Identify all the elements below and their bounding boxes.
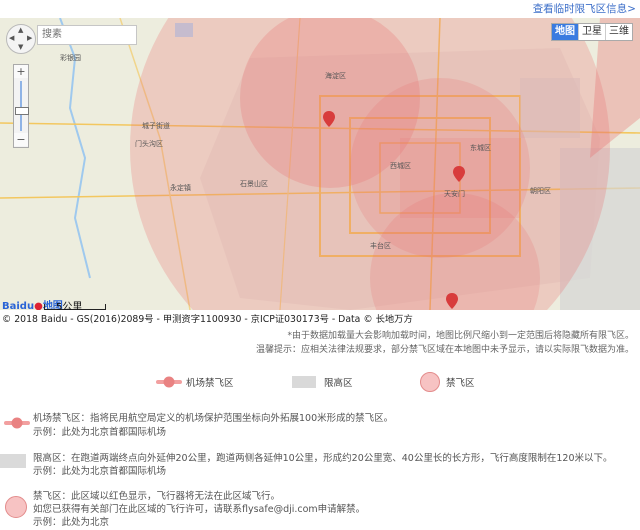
legend-nofly-label: 禁飞区 — [446, 378, 475, 389]
map-label-6: 西城区 — [390, 162, 411, 170]
map-type-satellite[interactable]: 卫星 — [578, 24, 605, 40]
map-search-input[interactable] — [38, 26, 138, 42]
airport-zone-icon — [156, 376, 182, 388]
map-label-2: 门头沟区 — [135, 139, 163, 148]
height-zone-swatch — [0, 454, 26, 468]
map-label-4: 石景山区 — [240, 179, 268, 188]
legend-nofly: 禁飞区 — [420, 372, 475, 392]
legend-height-label: 限高区 — [324, 378, 353, 389]
description-airport-line2: 示例：此处为北京首都国际机场 — [33, 427, 167, 438]
map-label-0: 彩银园 — [60, 53, 81, 62]
zoom-slider-handle[interactable] — [15, 107, 29, 115]
zoom-out-button[interactable]: − — [14, 133, 28, 146]
description-height-line1: 限高区：在跑道两端终点向外延伸20公里，跑道两侧各延伸10公里，形成约20公里宽… — [33, 453, 613, 464]
temporary-restriction-link[interactable]: 查看临时限飞区信息> — [533, 1, 636, 17]
airport-zone-icon — [4, 417, 30, 429]
zoom-track[interactable] — [20, 81, 22, 131]
map-type-map[interactable]: 地图 — [552, 24, 578, 40]
description-height-line2: 示例：此处为北京首都国际机场 — [33, 466, 167, 477]
map-type-3d[interactable]: 三维 — [605, 24, 632, 40]
description-nofly-line3: 示例：此处为北京 — [33, 517, 110, 528]
legal-note: 温馨提示：应相关法律法规要求，部分禁飞区域在本地图中未予显示，请以实际限飞数据为… — [255, 345, 634, 355]
map-label-9: 丰台区 — [370, 241, 391, 250]
nofly-zone-swatch — [420, 372, 440, 392]
height-zone-swatch — [292, 376, 316, 388]
map-canvas[interactable]: 彩银园 城子街道 门头沟区 永定镇 石景山区 海淀区 西城区 东城区 朝阳区 丰… — [0, 18, 640, 310]
legend-airport-label: 机场禁飞区 — [186, 378, 234, 389]
pan-control[interactable]: ▲ ▼ ◀ ▶ — [6, 24, 36, 54]
map-copyright: © 2018 Baidu - GS(2016)2089号 - 甲测资字11009… — [2, 314, 413, 325]
map-label-8: 朝阳区 — [530, 186, 551, 195]
description-airport-line1: 机场禁飞区：指将民用航空局定义的机场保护范围坐标向外拓展100米形成的禁飞区。 — [33, 413, 394, 424]
description-nofly-line1: 禁飞区：此区域以红色显示，飞行器将无法在此区域飞行。 — [33, 491, 281, 502]
map-label-10: 天安门 — [444, 189, 465, 198]
pan-down-icon[interactable]: ▼ — [18, 44, 23, 51]
map-type-switcher: 地图 卫星 三维 — [551, 23, 633, 41]
map-label-7: 东城区 — [470, 143, 491, 152]
scale-label: 5公里 — [56, 302, 83, 310]
map-label-1: 城子街道 — [142, 121, 170, 130]
logo-text: Baidu — [2, 301, 35, 310]
map-label-3: 永定镇 — [170, 183, 191, 192]
zoom-in-button[interactable]: + — [14, 65, 28, 78]
nofly-zone-swatch — [5, 496, 27, 518]
pan-up-icon[interactable]: ▲ — [18, 27, 23, 34]
zoom-control: + − — [13, 64, 29, 148]
legend-airport: 机场禁飞区 — [156, 372, 234, 392]
map-search-box[interactable] — [37, 25, 138, 45]
logo-paw-icon: ● — [34, 301, 43, 310]
loading-note: *由于数据加载量大会影响加载时间，地图比例尺缩小到一定范围后将隐藏所有限飞区。 — [287, 331, 634, 341]
legend-height: 限高区 — [292, 372, 353, 392]
map-label-5: 海淀区 — [325, 71, 346, 80]
description-nofly-line2: 如您已获得有关部门在此区域的飞行许可，请联系flysafe@dji.com申请解… — [33, 504, 366, 515]
pan-right-icon[interactable]: ▶ — [27, 35, 32, 42]
map-view[interactable]: 彩银园 城子街道 门头沟区 永定镇 石景山区 海淀区 西城区 东城区 朝阳区 丰… — [0, 18, 640, 310]
legend: 机场禁飞区 限高区 禁飞区 — [0, 372, 640, 392]
pan-left-icon[interactable]: ◀ — [9, 35, 14, 42]
